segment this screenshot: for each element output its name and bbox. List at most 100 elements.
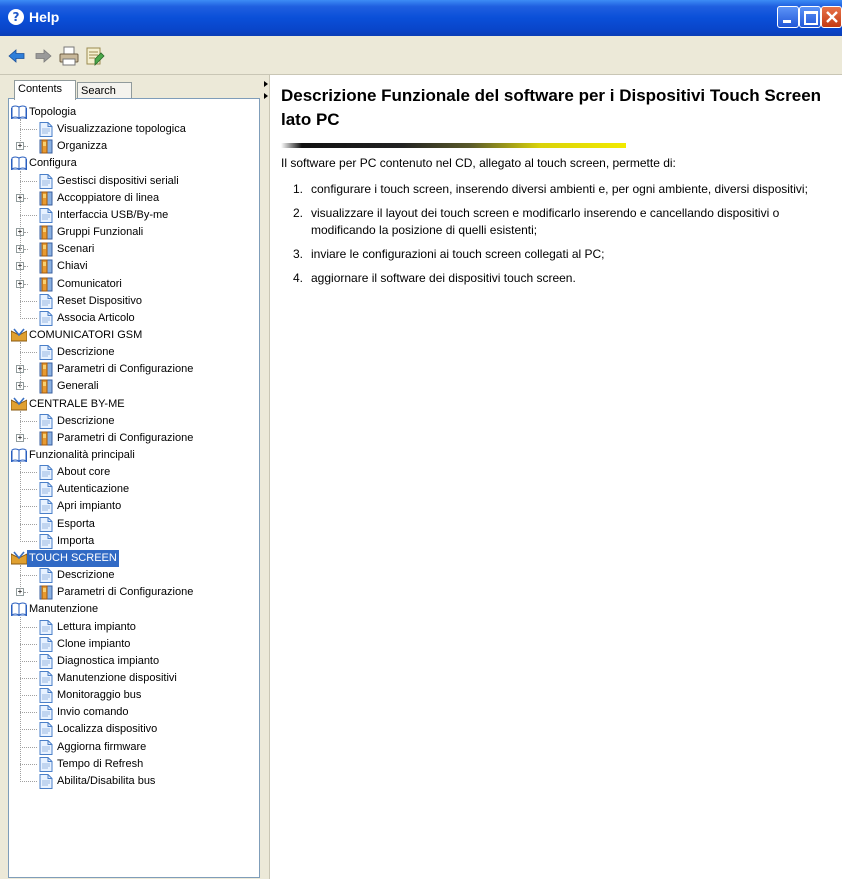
contents-tree[interactable]: Topologia Visualizzazione topologica + Orga…	[8, 98, 260, 878]
tree-item[interactable]: + Parametri di Configurazione	[9, 584, 259, 601]
tab-contents[interactable]: Contents	[14, 80, 76, 100]
tree-item[interactable]: + Comunicatori	[9, 276, 259, 293]
close-button[interactable]	[821, 6, 842, 28]
tree-item-label: Monitoraggio bus	[57, 689, 142, 702]
page-icon	[39, 568, 55, 584]
tree-item-label: Scenari	[57, 243, 95, 256]
tree-connector	[24, 197, 28, 199]
tree-connector	[20, 410, 21, 439]
tree-item[interactable]: Associa Articolo	[9, 310, 259, 327]
tree-connector	[20, 170, 21, 319]
tree-item[interactable]: + Parametri di Configurazione	[9, 361, 259, 378]
help-app-icon: ?	[8, 9, 24, 25]
tree-item[interactable]: Apri impianto	[9, 498, 259, 515]
tree-item-label: Manutenzione	[29, 603, 99, 616]
tree-connector	[20, 489, 37, 491]
tree-item[interactable]: + Chiavi	[9, 258, 259, 275]
tree-connector	[24, 437, 28, 439]
list-item: 1. configurare i touch screen, inserendo …	[293, 182, 808, 196]
tree-item-label: Lettura impianto	[57, 620, 136, 633]
tree-item-label: Configura	[29, 157, 77, 170]
tree-item[interactable]: Esporta	[9, 516, 259, 533]
tree-item[interactable]: Manutenzione dispositivi	[9, 670, 259, 687]
tree-item-label: Descrizione	[57, 569, 115, 582]
options-icon[interactable]	[84, 45, 108, 67]
tree-item[interactable]: Localizza dispositivo	[9, 721, 259, 738]
module-icon	[10, 551, 28, 566]
print-icon[interactable]	[58, 45, 82, 67]
page-icon	[39, 636, 55, 652]
page-icon	[39, 122, 55, 138]
tree-item[interactable]: Aggiorna firmware	[9, 739, 259, 756]
tree-connector	[20, 214, 37, 216]
tree-book[interactable]: COMUNICATORI GSM	[9, 327, 259, 344]
tree-item[interactable]: Gestisci dispositivi seriali	[9, 173, 259, 190]
folder-icon	[39, 431, 55, 446]
tree-item[interactable]: Invio comando	[9, 704, 259, 721]
tree-item[interactable]: + Accoppiatore di linea	[9, 190, 259, 207]
maximize-button[interactable]	[799, 6, 821, 28]
tree-item[interactable]: Lettura impianto	[9, 619, 259, 636]
forward-icon[interactable]	[32, 45, 56, 67]
tree-item[interactable]: Autenticazione	[9, 481, 259, 498]
tree-item-label: COMUNICATORI GSM	[29, 328, 143, 341]
tree-item-label: Associa Articolo	[57, 311, 135, 324]
tree-item[interactable]: Clone impianto	[9, 636, 259, 653]
tree-item-label: Manutenzione dispositivi	[57, 671, 177, 684]
tree-item[interactable]: Descrizione	[9, 344, 259, 361]
tree-item-label: Esporta	[57, 517, 95, 530]
tree-connector	[20, 616, 21, 782]
tree-item[interactable]: Descrizione	[9, 413, 259, 430]
tree-item[interactable]: + Parametri di Configurazione	[9, 430, 259, 447]
tree-item[interactable]: + Organizza	[9, 138, 259, 155]
tree-book[interactable]: Funzionalità principali	[9, 447, 259, 464]
tree-item[interactable]: Abilita/Disabilita bus	[9, 773, 259, 790]
tree-item[interactable]: Importa	[9, 533, 259, 550]
module-icon	[10, 397, 28, 412]
tree-connector	[20, 780, 37, 782]
tree-connector	[20, 677, 37, 679]
tree-item-label: Gestisci dispositivi seriali	[57, 174, 179, 187]
tree-connector	[24, 283, 28, 285]
tree-item[interactable]: + Generali	[9, 378, 259, 395]
tree-item-label: Abilita/Disabilita bus	[57, 774, 156, 787]
page-icon	[39, 345, 55, 361]
tree-item[interactable]: Diagnostica impianto	[9, 653, 259, 670]
folder-icon	[39, 259, 55, 274]
window-title: Help	[29, 9, 60, 25]
tree-book[interactable]: Configura	[9, 155, 259, 172]
tree-connector	[20, 643, 37, 645]
tree-item[interactable]: + Scenari	[9, 241, 259, 258]
tree-connector	[24, 232, 28, 234]
minimize-button[interactable]	[777, 6, 799, 28]
tree-connector	[24, 249, 28, 251]
tree-book[interactable]: Topologia	[9, 104, 259, 121]
folder-icon	[39, 191, 55, 206]
page-icon	[39, 293, 55, 309]
tree-item-label: Topologia	[29, 106, 77, 118]
tree-book[interactable]: TOUCH SCREEN	[9, 549, 259, 567]
page-icon	[39, 207, 55, 223]
tree-item[interactable]: Tempo di Refresh	[9, 756, 259, 773]
tree-item[interactable]: Descrizione	[9, 567, 259, 584]
page-icon	[39, 653, 55, 669]
topic-intro: Il software per PC contenuto nel CD, all…	[281, 156, 676, 170]
tree-book[interactable]: CENTRALE BY-ME	[9, 396, 259, 413]
tree-item-label: Importa	[57, 534, 95, 547]
page-icon	[39, 722, 55, 738]
book-icon	[10, 448, 28, 463]
tree-item[interactable]: Reset Dispositivo	[9, 293, 259, 310]
tree-book[interactable]: Manutenzione	[9, 601, 259, 618]
tree-connector	[20, 565, 21, 594]
tree-item[interactable]: + Gruppi Funzionali	[9, 224, 259, 241]
tree-item[interactable]: About core	[9, 464, 259, 481]
tree-item-label: Funzionalità principali	[29, 449, 135, 461]
tree-item-label: Parametri di Configurazione	[57, 431, 194, 444]
tree-item[interactable]: Visualizzazione topologica	[9, 121, 259, 138]
back-icon[interactable]	[6, 45, 30, 67]
tree-item[interactable]: Interfaccia USB/By-me	[9, 207, 259, 224]
tree-connector	[20, 119, 21, 148]
tree-item[interactable]: Monitoraggio bus	[9, 687, 259, 704]
tree-connector	[24, 592, 28, 594]
tree-connector	[20, 746, 37, 748]
